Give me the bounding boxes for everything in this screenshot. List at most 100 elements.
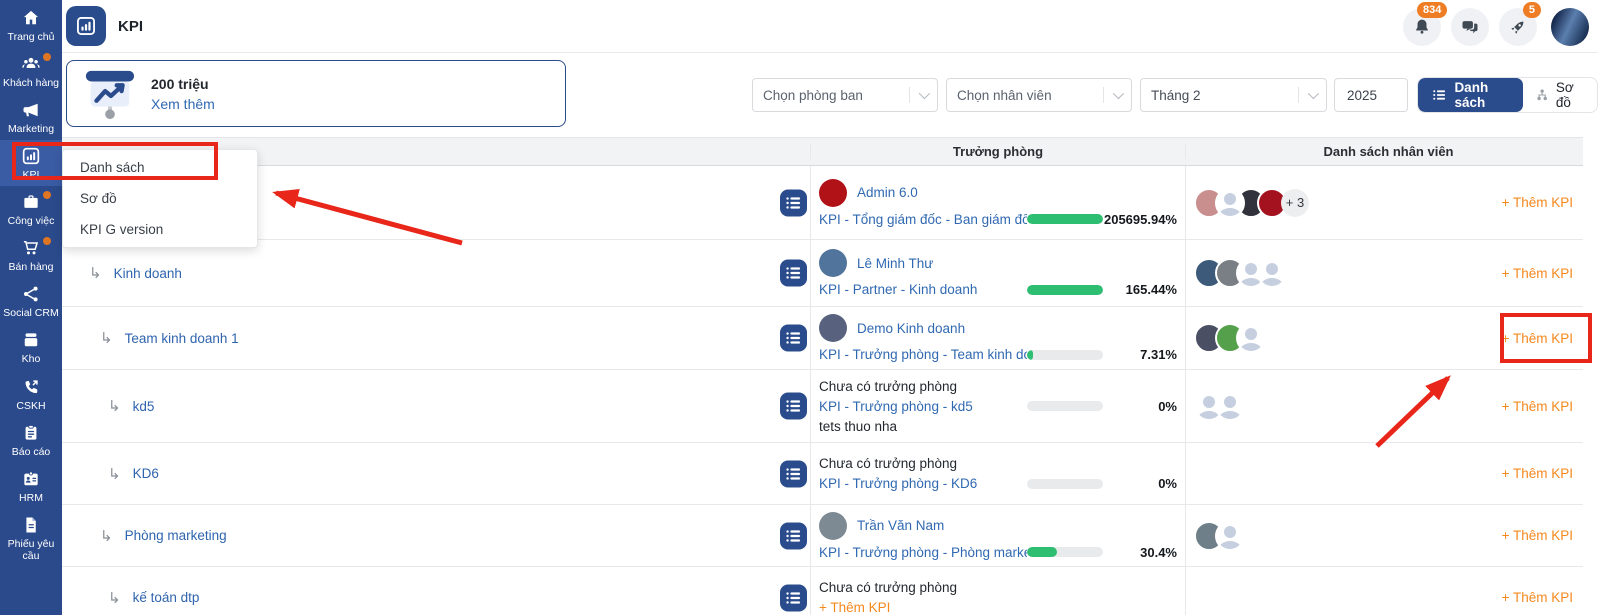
sidebar-item-cong-viec[interactable]: Công việc <box>0 186 62 232</box>
progress-percent: 30.4% <box>1103 545 1177 560</box>
department-select[interactable]: Chọn phòng ban <box>752 78 938 112</box>
kpi-link[interactable]: KPI - Trưởng phòng - kd5 <box>819 399 1027 414</box>
notification-dot <box>43 53 51 61</box>
tree-branch-icon: ↳ <box>108 397 121 415</box>
notifications-button[interactable]: 834 <box>1403 8 1441 46</box>
view-list-button[interactable]: Danh sách <box>1418 78 1523 112</box>
table-row: Admin 6.0 KPI - Tổng giám đốc - Ban giám… <box>62 166 1583 240</box>
kpi-target-value: 200 triệu <box>151 76 215 92</box>
sidebar-item-phieu-yeu-cau[interactable]: Phiếu yêu cầu <box>0 509 62 567</box>
employee-avatar-placeholder[interactable] <box>1215 391 1245 421</box>
table-header: Trưởng phòng Danh sách nhân viên <box>62 137 1583 166</box>
table-row: ↳kế toán dtp Chưa có trưởng phòng + Thêm… <box>62 567 1583 615</box>
cart-icon <box>21 238 41 258</box>
chevron-down-icon <box>1308 88 1319 99</box>
kpi-summary-card[interactable]: 200 triệu Xem thêm <box>66 60 566 127</box>
progress-bar <box>1027 479 1103 489</box>
org-chart-icon <box>1536 87 1548 103</box>
progress-bar <box>1027 285 1103 295</box>
menu-item-kpi-g-version[interactable]: KPI G version <box>63 214 257 245</box>
notification-dot <box>43 191 51 199</box>
leader-name-link[interactable]: Trần Văn Nam <box>857 518 944 533</box>
row-menu-button[interactable] <box>780 189 807 216</box>
add-kpi-link[interactable]: + Thêm KPI <box>819 600 1177 615</box>
box-icon <box>21 330 41 350</box>
add-kpi-link[interactable]: + Thêm KPI <box>1502 195 1583 210</box>
menu-item-danh-sach[interactable]: Danh sách <box>63 152 257 183</box>
table-row: ↳Kinh doanh Lê Minh Thư KPI - Partner - … <box>62 240 1583 307</box>
progress-percent: 7.31% <box>1103 347 1177 362</box>
employee-avatars <box>1194 323 1266 353</box>
chevron-down-icon <box>919 88 930 99</box>
progress-percent: 0% <box>1103 399 1177 414</box>
column-header-leader: Trưởng phòng <box>953 144 1043 159</box>
row-menu-button[interactable] <box>780 325 807 352</box>
row-menu-button[interactable] <box>780 522 807 549</box>
department-link[interactable]: Phòng marketing <box>125 528 227 543</box>
boost-button[interactable]: 5 <box>1499 8 1537 46</box>
table-row: ↳KD6 Chưa có trưởng phòng KPI - Trưởng p… <box>62 443 1583 505</box>
tree-branch-icon: ↳ <box>108 465 121 483</box>
table-row: ↳kd5 Chưa có trưởng phòng KPI - Trưởng p… <box>62 370 1583 443</box>
leader-avatar <box>819 249 847 277</box>
list-icon <box>786 196 801 209</box>
month-select[interactable]: Tháng 2 <box>1140 78 1327 112</box>
row-menu-button[interactable] <box>780 460 807 487</box>
progress-percent: 165.44% <box>1103 282 1177 297</box>
department-link[interactable]: Team kinh doanh 1 <box>125 331 239 346</box>
sidebar-item-cskh[interactable]: CSKH <box>0 371 62 417</box>
sidebar-item-trang-chu[interactable]: Trang chủ <box>0 2 62 48</box>
user-avatar[interactable] <box>1551 8 1589 46</box>
more-employees-badge[interactable]: + 3 <box>1281 189 1309 217</box>
document-icon <box>21 515 41 535</box>
progress-bar <box>1027 401 1103 411</box>
messages-button[interactable] <box>1451 8 1489 46</box>
employee-avatars <box>1194 188 1287 218</box>
employee-avatar-placeholder[interactable] <box>1215 521 1245 551</box>
progress-percent: 0% <box>1103 476 1177 491</box>
view-orgchart-button[interactable]: Sơ đồ <box>1523 78 1597 112</box>
kpi-link[interactable]: KPI - Tổng giám đốc - Ban giám đốc <box>819 212 1027 227</box>
kpi-link[interactable]: KPI - Partner - Kinh doanh <box>819 282 1027 297</box>
employee-avatar-placeholder[interactable] <box>1215 188 1245 218</box>
sidebar-item-kpi[interactable]: KPI <box>0 140 62 186</box>
row-menu-button[interactable] <box>780 260 807 287</box>
add-kpi-link[interactable]: + Thêm KPI <box>1502 528 1583 543</box>
sidebar-item-khach-hang[interactable]: Khách hàng <box>0 48 62 94</box>
row-menu-button[interactable] <box>780 393 807 420</box>
sidebar-item-social-crm[interactable]: Social CRM <box>0 278 62 324</box>
kpi-link[interactable]: KPI - Trưởng phòng - Phòng marketing <box>819 545 1027 560</box>
department-link[interactable]: KD6 <box>133 466 159 481</box>
add-kpi-link[interactable]: + Thêm KPI <box>1502 266 1583 281</box>
department-link[interactable]: Kinh doanh <box>114 266 182 281</box>
sidebar-item-ban-hang[interactable]: Bán hàng <box>0 232 62 278</box>
add-kpi-link[interactable]: + Thêm KPI <box>1502 399 1583 414</box>
report-icon <box>21 423 41 443</box>
leader-name-link[interactable]: Lê Minh Thư <box>857 256 933 271</box>
home-icon <box>21 8 41 28</box>
leader-name-link[interactable]: Demo Kinh doanh <box>857 321 965 336</box>
year-input[interactable]: 2025 <box>1334 78 1408 112</box>
sidebar-item-bao-cao[interactable]: Báo cáo <box>0 417 62 463</box>
department-link[interactable]: kế toán dtp <box>133 590 200 605</box>
employee-avatar-placeholder[interactable] <box>1236 323 1266 353</box>
employee-select[interactable]: Chọn nhân viên <box>946 78 1132 112</box>
sidebar-item-kho[interactable]: Kho <box>0 324 62 370</box>
leader-name-link[interactable]: Admin 6.0 <box>857 185 918 200</box>
add-kpi-link-highlighted[interactable]: + Thêm KPI <box>1502 331 1583 346</box>
row-menu-button[interactable] <box>780 584 807 611</box>
department-link[interactable]: kd5 <box>133 399 155 414</box>
table-row: ↳Team kinh doanh 1 Demo Kinh doanh KPI -… <box>62 307 1583 370</box>
add-kpi-link[interactable]: + Thêm KPI <box>1502 590 1583 605</box>
see-more-link[interactable]: Xem thêm <box>151 96 215 112</box>
sidebar-item-marketing[interactable]: Marketing <box>0 94 62 140</box>
kpi-link[interactable]: KPI - Trưởng phòng - KD6 <box>819 476 1027 491</box>
employee-avatar-placeholder[interactable] <box>1257 258 1287 288</box>
progress-bar <box>1027 214 1103 224</box>
kpi-table: Trưởng phòng Danh sách nhân viên Admin 6… <box>62 137 1583 615</box>
menu-item-so-do[interactable]: Sơ đồ <box>63 183 257 214</box>
employee-avatars <box>1194 258 1287 288</box>
add-kpi-link[interactable]: + Thêm KPI <box>1502 466 1583 481</box>
kpi-link[interactable]: KPI - Trưởng phòng - Team kinh doanh 1 <box>819 347 1027 362</box>
sidebar-item-hrm[interactable]: HRM <box>0 463 62 509</box>
